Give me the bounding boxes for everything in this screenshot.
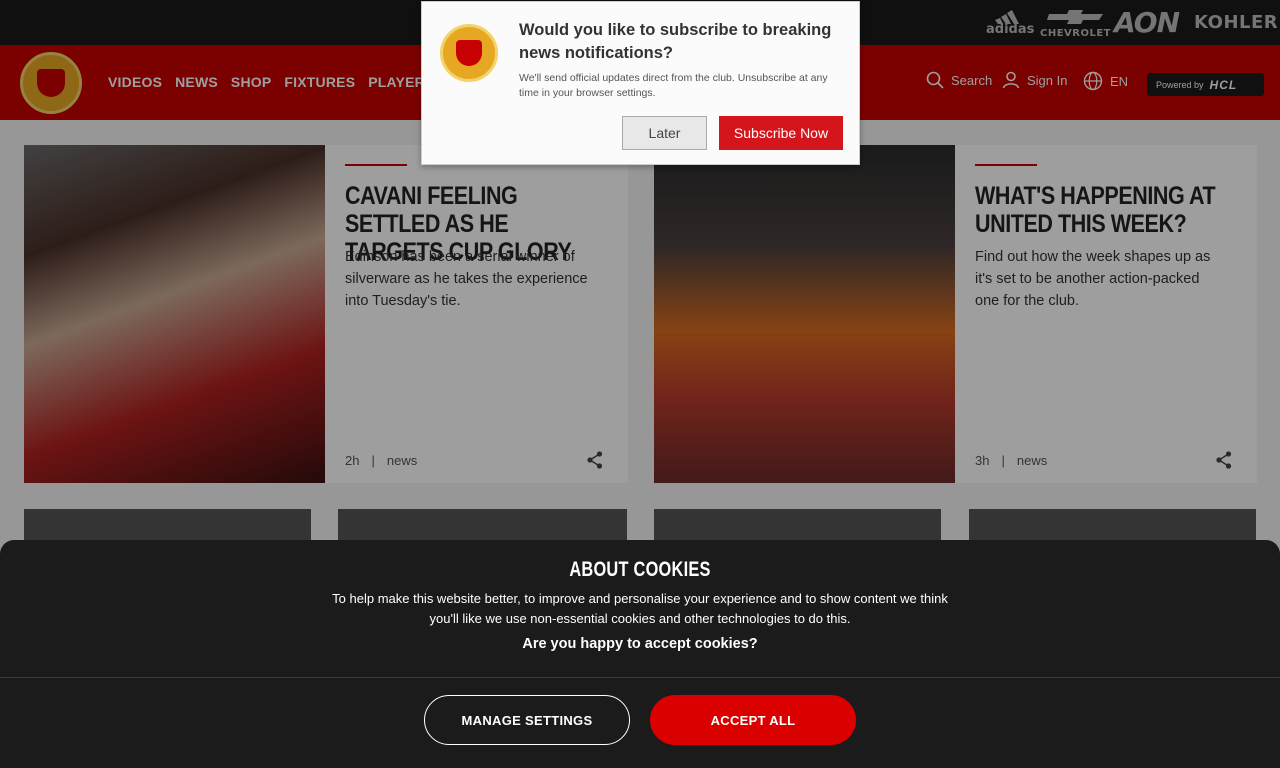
accept-all-button[interactable]: ACCEPT ALL xyxy=(650,695,856,745)
popup-title: Would you like to subscribe to breaking … xyxy=(519,21,832,62)
notification-popup: Would you like to subscribe to breaking … xyxy=(421,1,860,165)
popup-text: We'll send official updates direct from … xyxy=(519,72,828,99)
manage-settings-button[interactable]: MANAGE SETTINGS xyxy=(424,695,630,745)
divider xyxy=(0,677,1280,678)
popup-crest-logo xyxy=(440,24,498,82)
later-button[interactable]: Later xyxy=(622,116,707,150)
cookie-title: ABOUT COOKIES xyxy=(569,558,711,581)
subscribe-button[interactable]: Subscribe Now xyxy=(719,116,843,150)
cookie-banner: ABOUT COOKIES To help make this website … xyxy=(0,540,1280,768)
cookie-text: To help make this website better, to imp… xyxy=(332,591,948,626)
cookie-question: Are you happy to accept cookies? xyxy=(522,636,758,652)
